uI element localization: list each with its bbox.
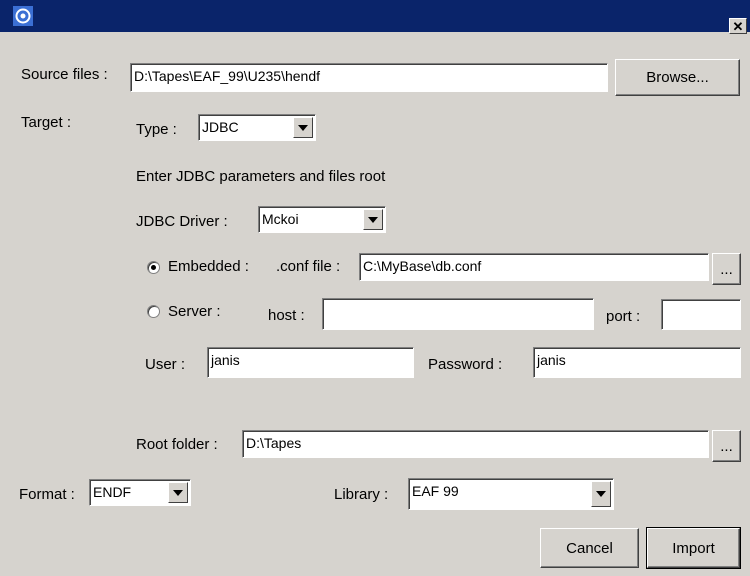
- password-input[interactable]: janis: [533, 347, 741, 378]
- type-dropdown-button[interactable]: [293, 117, 313, 138]
- chevron-down-icon: [173, 489, 183, 496]
- host-input[interactable]: [322, 298, 594, 330]
- jdbc-driver-dropdown-button[interactable]: [363, 209, 383, 230]
- chevron-down-icon: [298, 124, 308, 131]
- conf-file-label: .conf file :: [276, 258, 341, 275]
- library-dropdown-button[interactable]: [591, 481, 611, 507]
- server-label: Server :: [168, 303, 221, 320]
- format-label: Format :: [19, 486, 75, 503]
- embedded-radio[interactable]: [147, 261, 160, 274]
- chevron-down-icon: [368, 216, 378, 223]
- cancel-button[interactable]: Cancel: [540, 528, 639, 568]
- library-select-value: EAF 99: [412, 483, 459, 499]
- jdbc-driver-value: Mckoi: [262, 211, 299, 227]
- source-files-label: Source files :: [21, 66, 108, 83]
- type-select-value: JDBC: [202, 119, 239, 135]
- jdbc-driver-select[interactable]: Mckoi: [258, 206, 386, 233]
- jdbc-hint-text: Enter JDBC parameters and files root: [136, 168, 386, 185]
- jdbc-driver-label: JDBC Driver :: [136, 213, 228, 230]
- chevron-down-icon: [596, 491, 606, 497]
- type-label: Type :: [136, 121, 177, 138]
- user-label: User :: [145, 356, 186, 373]
- title-bar: [0, 0, 750, 32]
- close-button[interactable]: ✕: [729, 18, 747, 34]
- library-select[interactable]: EAF 99: [408, 478, 614, 510]
- library-label: Library :: [334, 486, 389, 503]
- format-select-value: ENDF: [93, 484, 132, 500]
- source-files-input[interactable]: D:\Tapes\EAF_99\U235\hendf: [130, 63, 608, 92]
- radio-selected-dot: [151, 265, 156, 270]
- password-label: Password :: [428, 356, 503, 373]
- embedded-label: Embedded :: [168, 258, 249, 275]
- format-select[interactable]: ENDF: [89, 479, 191, 506]
- host-label: host :: [268, 307, 305, 324]
- root-folder-browse-button[interactable]: ...: [712, 430, 741, 462]
- browse-button[interactable]: Browse...: [615, 59, 740, 96]
- type-select[interactable]: JDBC: [198, 114, 316, 141]
- user-input[interactable]: janis: [207, 347, 414, 378]
- port-input[interactable]: [661, 299, 741, 330]
- close-icon: ✕: [732, 18, 744, 34]
- target-label: Target :: [21, 114, 72, 131]
- conf-file-browse-button[interactable]: ...: [712, 253, 741, 285]
- format-dropdown-button[interactable]: [168, 482, 188, 503]
- root-folder-label: Root folder :: [136, 436, 218, 453]
- port-label: port :: [606, 308, 641, 325]
- app-icon: [13, 6, 33, 26]
- conf-file-input[interactable]: C:\MyBase\db.conf: [359, 253, 709, 281]
- import-button[interactable]: Import: [646, 527, 741, 569]
- root-folder-input[interactable]: D:\Tapes: [242, 430, 709, 458]
- server-radio[interactable]: [147, 305, 160, 318]
